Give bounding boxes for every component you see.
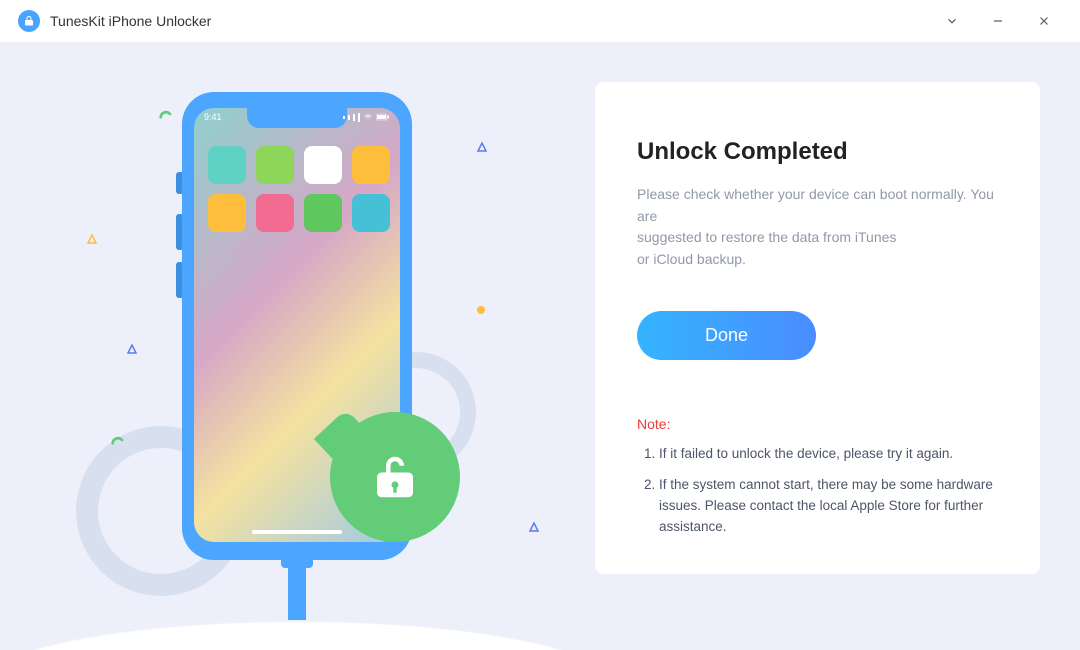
app-tile <box>352 194 390 232</box>
note-label: Note: <box>637 416 998 432</box>
home-indicator <box>252 530 342 534</box>
close-button[interactable] <box>1026 3 1062 39</box>
app-tile <box>208 194 246 232</box>
result-description: Please check whether your device can boo… <box>637 184 998 271</box>
app-grid <box>208 146 390 232</box>
signal-battery-icon <box>343 112 390 122</box>
unlock-success-badge-icon <box>330 412 460 542</box>
note-list: If it failed to unlock the device, pleas… <box>637 444 998 538</box>
note-item: If the system cannot start, there may be… <box>659 475 998 538</box>
confetti-icon <box>528 520 540 532</box>
phone-time: 9:41 <box>204 112 222 122</box>
note-item: If it failed to unlock the device, pleas… <box>659 444 998 465</box>
confetti-icon <box>86 232 98 244</box>
illustration-area: 9:41 Tuneskit <box>0 42 595 650</box>
dropdown-button[interactable] <box>934 3 970 39</box>
confetti-icon <box>158 108 170 120</box>
done-button[interactable]: Done <box>637 311 816 360</box>
app-tile <box>256 194 294 232</box>
title-bar: TunesKit iPhone Unlocker <box>0 0 1080 42</box>
app-window: TunesKit iPhone Unlocker 9:41 <box>0 0 1080 650</box>
brand-lock-icon <box>18 10 40 32</box>
wave-decoration <box>0 560 595 650</box>
app-tile <box>352 146 390 184</box>
app-tile <box>208 146 246 184</box>
confetti-icon <box>476 140 488 152</box>
confetti-icon <box>110 434 122 446</box>
confetti-icon <box>126 342 138 354</box>
result-panel: Unlock Completed Please check whether yo… <box>595 82 1040 574</box>
app-tile <box>256 146 294 184</box>
app-tile <box>304 194 342 232</box>
minimize-button[interactable] <box>980 3 1016 39</box>
confetti-icon <box>476 302 488 314</box>
app-title: TunesKit iPhone Unlocker <box>50 13 211 29</box>
app-tile <box>304 146 342 184</box>
result-heading: Unlock Completed <box>637 138 998 166</box>
